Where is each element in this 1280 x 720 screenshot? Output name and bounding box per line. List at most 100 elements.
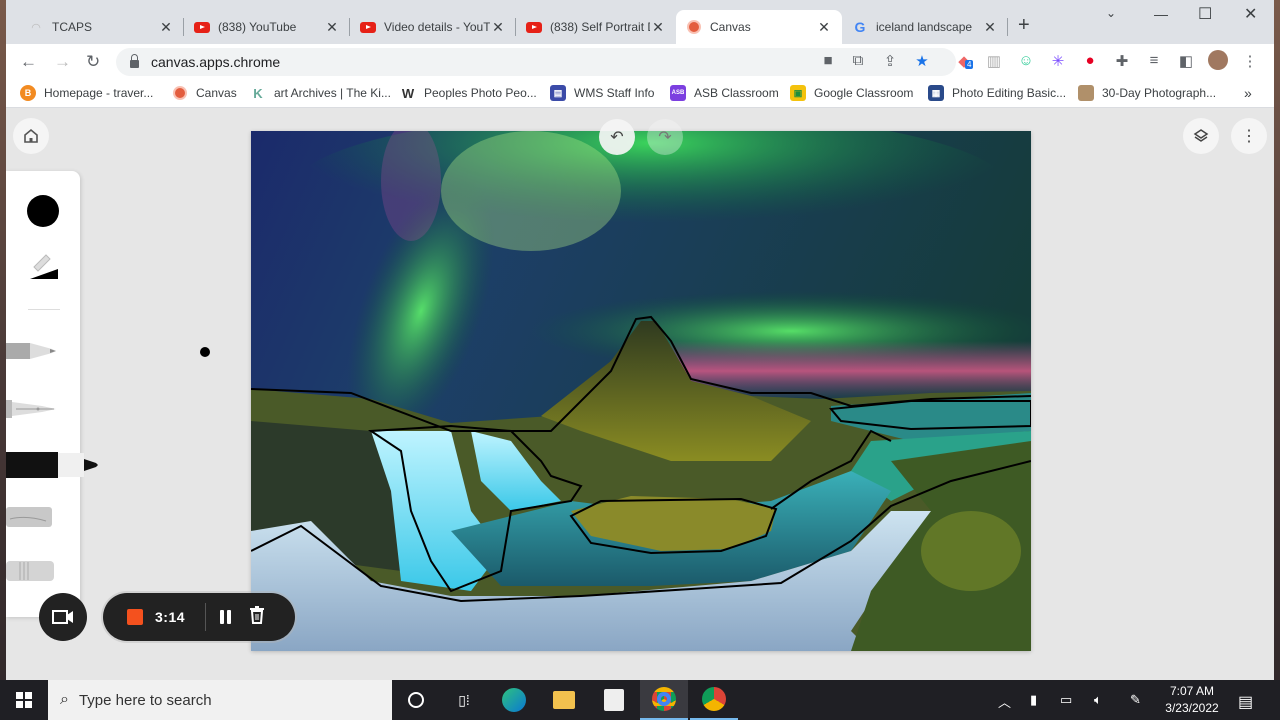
drawing-canvas[interactable] [251, 131, 1031, 651]
camera-toggle-button[interactable] [39, 593, 87, 641]
bitmoji-extension-icon[interactable]: ☺ [1016, 52, 1036, 69]
tab-iceland-landscape[interactable]: G iceland landscape ✕ [842, 10, 1008, 44]
chrome-menu-icon[interactable]: ⋮ [1240, 52, 1260, 70]
bookmarks-overflow-button[interactable]: » [1244, 85, 1252, 101]
k-icon: K [253, 85, 263, 101]
side-panel-icon[interactable]: ◧ [1176, 52, 1196, 70]
taskbar-search-box[interactable]: ⌕ Type here to search [48, 680, 392, 720]
new-tab-button[interactable]: + [1018, 14, 1030, 37]
google-icon: G [854, 19, 866, 35]
tool-divider [28, 309, 60, 310]
tab-self-portrait[interactable]: (838) Self Portrait D ✕ [516, 10, 676, 44]
close-tab-icon[interactable]: ✕ [982, 19, 998, 36]
edge-app[interactable] [490, 680, 538, 720]
tab-tcaps[interactable]: ◠ TCAPS ✕ [18, 10, 184, 44]
layers-button[interactable] [1183, 118, 1219, 154]
grid-icon: ▦ [928, 85, 944, 101]
show-hidden-icons-button[interactable]: ︿ [998, 692, 1011, 711]
bookmark-peoples-photo[interactable]: W Peoples Photo Peo... [400, 85, 537, 101]
cortana-button[interactable] [392, 680, 440, 720]
bookmark-art-archives[interactable]: K art Archives | The Ki... [250, 85, 391, 101]
marker-icon [6, 452, 98, 478]
media-queue-icon[interactable]: ≡ [1144, 52, 1164, 69]
chrome-window: ◠ TCAPS ✕ (838) YouTube ✕ Video details … [6, 0, 1274, 680]
chrome-icon [702, 687, 726, 711]
pen-workspace-icon[interactable]: ✎ [1130, 692, 1141, 708]
pause-recording-button[interactable] [220, 610, 232, 624]
canvas-icon [686, 19, 702, 35]
reload-button[interactable]: ↻ [86, 52, 100, 72]
store-icon [604, 689, 624, 711]
redo-icon: ↷ [658, 129, 672, 146]
pen-tool[interactable] [6, 397, 62, 426]
extensions-puzzle-icon[interactable]: ✚ [1112, 52, 1132, 70]
chalk-icon [6, 507, 52, 527]
stop-recording-button[interactable] [127, 609, 143, 625]
open-external-icon[interactable]: ⧉ [848, 52, 868, 69]
maximize-button[interactable]: ☐ [1198, 4, 1212, 24]
bookmark-30-day-photography[interactable]: 30-Day Photograph... [1078, 85, 1216, 101]
extension-badge-icon[interactable]: ◆ 4 [954, 52, 974, 70]
bookmark-homepage[interactable]: B Homepage - traver... [20, 85, 153, 101]
bookmark-photo-editing[interactable]: ▦ Photo Editing Basic... [928, 85, 1066, 101]
bookmark-google-classroom[interactable]: ▣ Google Classroom [790, 85, 913, 101]
close-tab-icon[interactable]: ✕ [650, 19, 666, 36]
home-icon [24, 128, 38, 143]
more-options-button[interactable]: ⋮ [1231, 118, 1267, 154]
bookmark-star-icon[interactable]: ★ [912, 52, 932, 70]
bookmark-wms-staff-info[interactable]: ▤ WMS Staff Info [550, 85, 654, 101]
pinterest-icon[interactable]: ● [1080, 52, 1100, 69]
undo-button[interactable]: ↶ [599, 119, 635, 155]
chrome-app[interactable] [690, 680, 738, 720]
stroke-size-button[interactable] [28, 251, 60, 288]
close-tab-icon[interactable]: ✕ [324, 19, 340, 36]
edge-icon [502, 688, 526, 712]
camera-icon[interactable]: ■ [818, 52, 838, 69]
bookmark-canvas[interactable]: Canvas [172, 85, 237, 101]
eraser-icon [6, 561, 54, 581]
usb-icon[interactable]: ▮ [1030, 692, 1037, 708]
task-view-button[interactable]: ▯⁞ [440, 680, 488, 720]
color-picker-button[interactable] [27, 195, 59, 227]
close-tab-icon[interactable]: ✕ [816, 19, 832, 36]
recording-divider [205, 603, 207, 631]
close-tab-icon[interactable]: ✕ [158, 19, 174, 36]
tab-search-icon[interactable]: ⌄ [1106, 6, 1116, 20]
profile-avatar[interactable] [1208, 50, 1228, 74]
redo-button[interactable]: ↷ [647, 119, 683, 155]
marker-tool-selected[interactable] [6, 449, 98, 486]
chrome-app-active[interactable] [640, 680, 688, 720]
pencil-tool[interactable] [6, 339, 62, 368]
chalk-tool[interactable] [6, 505, 62, 534]
home-button[interactable] [13, 118, 49, 154]
forward-button[interactable]: → [54, 52, 71, 72]
search-placeholder: Type here to search [78, 691, 212, 709]
notifications-icon[interactable]: ▤ [1238, 692, 1253, 712]
canvas-app: ↶ ↷ ⋮ 3:14 [6, 109, 1274, 680]
back-button[interactable]: ← [20, 52, 37, 72]
undo-icon: ↶ [610, 129, 624, 146]
reader-extension-icon[interactable]: ▥ [984, 52, 1004, 70]
close-tab-icon[interactable]: ✕ [490, 19, 506, 36]
store-app[interactable] [590, 680, 638, 720]
chrome-icon [652, 687, 676, 711]
close-window-button[interactable]: ✕ [1244, 4, 1257, 24]
delete-recording-button[interactable] [249, 605, 265, 629]
system-clock[interactable]: 7:07 AM 3/23/2022 [1160, 683, 1224, 717]
canvas-icon [172, 85, 188, 101]
file-explorer-app[interactable] [540, 680, 588, 720]
tab-canvas[interactable]: Canvas ✕ [676, 10, 842, 44]
forms-icon: ▤ [550, 85, 566, 101]
share-icon[interactable]: ⇪ [880, 52, 900, 70]
asterisk-extension-icon[interactable]: ✳ [1048, 52, 1068, 70]
start-button[interactable] [0, 680, 48, 720]
tab-youtube[interactable]: (838) YouTube ✕ [184, 10, 350, 44]
bookmark-asb-classroom[interactable]: ASB ASB Classroom [670, 85, 779, 101]
volume-icon[interactable]: 🔈︎ [1094, 692, 1102, 708]
power-icon[interactable]: ▭ [1060, 692, 1072, 708]
ink-dot [200, 347, 210, 357]
windows-logo-icon [16, 692, 32, 708]
minimize-button[interactable]: — [1154, 6, 1168, 22]
eraser-tool[interactable] [6, 559, 62, 588]
tab-video-details[interactable]: Video details - YouTube ✕ [350, 10, 516, 44]
